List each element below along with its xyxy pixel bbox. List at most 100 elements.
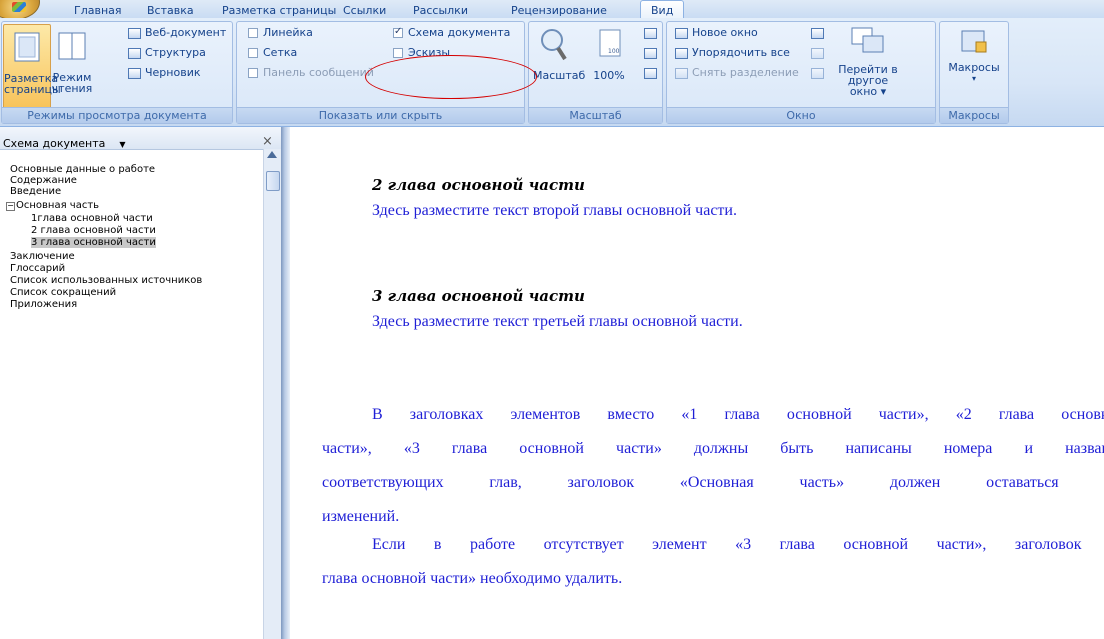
map-item-glossary[interactable]: Глоссарий	[10, 263, 65, 274]
group-macros: Макросы ▾ Макросы	[939, 21, 1009, 124]
group-window: Новое окно Упорядочить все Снять разделе…	[666, 21, 936, 124]
draft-button[interactable]: Черновик	[128, 66, 201, 79]
print-layout-button[interactable]: Разметка страницы	[3, 24, 61, 110]
ribbon-tabs: Главная Вставка Разметка страницы Ссылки…	[0, 0, 1104, 20]
macros-arrow-icon: ▾	[971, 74, 976, 83]
tab-review[interactable]: Рецензирование	[511, 3, 607, 18]
close-icon[interactable]: ×	[262, 134, 273, 149]
gridlines-check-icon	[248, 48, 258, 58]
group-macros-label: Макросы	[940, 107, 1008, 123]
map-item-chapter-1[interactable]: 1глава основной части	[31, 213, 153, 224]
print-layout-label-2: страницы	[4, 83, 61, 96]
office-logo-icon	[12, 2, 26, 12]
map-item-chapter-3[interactable]: 3 глава основной части	[31, 237, 156, 248]
dropdown-arrow-icon: ▼	[119, 140, 126, 149]
para1-line3: соответствующих глав, заголовок «Основна…	[322, 474, 1104, 491]
reading-label-2: чтения	[51, 82, 93, 95]
map-item-introduction[interactable]: Введение	[10, 186, 61, 197]
message-bar-label: Панель сообщений	[263, 66, 374, 79]
heading-chapter-3: 3 глава основной части	[372, 287, 585, 305]
text-chapter-3: Здесь разместите текст третьей главы осн…	[372, 313, 743, 330]
two-pages-icon[interactable]	[644, 46, 661, 59]
ribbon: Разметка страницы Режим чтения Веб-докум…	[0, 18, 1104, 127]
group-views-label: Режимы просмотра документа	[2, 107, 232, 123]
remove-split-button[interactable]: Снять разделение	[675, 66, 799, 79]
collapse-icon[interactable]: −	[6, 202, 15, 211]
document-map-selector-label: Схема документа	[3, 137, 106, 150]
map-item-sources[interactable]: Список использованных источников	[10, 275, 202, 286]
heading-chapter-2: 2 глава основной части	[372, 176, 585, 194]
map-item-main-part[interactable]: Основная часть	[16, 200, 99, 211]
outline-label: Структура	[145, 46, 206, 59]
page-100-badge: 100	[608, 48, 620, 55]
scroll-thumb[interactable]	[266, 171, 280, 191]
arrange-all-button[interactable]: Упорядочить все	[675, 46, 790, 59]
sync-scroll-icon[interactable]	[811, 46, 828, 59]
para1-line4: изменений.	[322, 508, 400, 525]
doc-map-checkbox[interactable]: Схема документа	[393, 26, 510, 39]
map-item-main-data[interactable]: Основные данные о работе	[10, 164, 155, 175]
para1-line1: В заголовках элементов вместо «1 глава о…	[372, 406, 1104, 423]
ruler-checkbox[interactable]: Линейка	[248, 26, 313, 39]
outline-button[interactable]: Структура	[128, 46, 206, 59]
web-layout-button[interactable]: Веб-документ	[128, 26, 226, 39]
switch-windows-icon	[851, 27, 884, 53]
map-item-conclusion[interactable]: Заключение	[10, 251, 75, 262]
map-item-contents[interactable]: Содержание	[10, 175, 77, 186]
office-button[interactable]	[0, 0, 40, 20]
zoom-button[interactable]: Масштаб	[533, 28, 586, 82]
map-item-abbreviations[interactable]: Список сокращений	[10, 287, 116, 298]
thumbnails-check-icon	[393, 48, 403, 58]
new-window-icon	[675, 27, 688, 39]
side-by-side-icon[interactable]	[811, 26, 828, 39]
page-width-icon[interactable]	[644, 66, 661, 79]
para2-line1: Если в работе отсутствует элемент «3 гла…	[372, 536, 1104, 553]
book-icon	[58, 32, 86, 60]
tab-view[interactable]: Вид	[640, 0, 685, 20]
new-window-label: Новое окно	[692, 26, 758, 39]
magnifier-icon	[541, 29, 567, 61]
group-views: Разметка страницы Режим чтения Веб-докум…	[1, 21, 233, 124]
map-item-chapter-2[interactable]: 2 глава основной части	[31, 225, 156, 236]
gridlines-label: Сетка	[263, 46, 298, 59]
document-map-scrollbar[interactable]	[263, 149, 281, 639]
draft-label: Черновик	[145, 66, 201, 79]
para2-line2: главa основной части» необходимо удалить…	[322, 570, 623, 587]
switch-windows-button[interactable]: Перейти в другое окно ▾	[833, 26, 903, 97]
tab-mailings[interactable]: Рассылки	[413, 3, 468, 18]
new-window-button[interactable]: Новое окно	[675, 26, 758, 39]
message-bar-checkbox[interactable]: Панель сообщений	[248, 66, 374, 79]
macros-button[interactable]: Макросы ▾	[944, 28, 1004, 84]
document-map-selector[interactable]: Схема документа ▼	[3, 137, 126, 150]
tab-references[interactable]: Ссылки	[343, 3, 386, 18]
group-window-label: Окно	[667, 107, 935, 123]
map-item-appendices[interactable]: Приложения	[10, 299, 77, 310]
page-icon	[14, 32, 40, 62]
outline-icon	[128, 47, 141, 59]
scroll-up-icon[interactable]	[267, 151, 277, 158]
pane-splitter[interactable]	[281, 127, 290, 639]
reading-mode-button[interactable]: Режим чтения	[51, 24, 93, 108]
macros-icon	[961, 30, 987, 53]
tab-home[interactable]: Главная	[74, 3, 122, 18]
zoom-100-button[interactable]: 100 100%	[589, 28, 629, 81]
page-100-icon: 100	[599, 29, 621, 57]
reset-position-icon[interactable]	[811, 66, 828, 79]
web-layout-label: Веб-документ	[145, 26, 227, 39]
tab-insert[interactable]: Вставка	[147, 3, 194, 18]
switch-windows-label-2: другое окно ▾	[847, 74, 889, 98]
document-map-pane: Схема документа ▼ × Основные данные о раб…	[0, 127, 283, 639]
gridlines-checkbox[interactable]: Сетка	[248, 46, 297, 59]
tab-page-layout[interactable]: Разметка страницы	[222, 3, 336, 18]
thumbnails-checkbox[interactable]: Эскизы	[393, 46, 450, 59]
para1-line2: части», «3 глава основной части» должны …	[322, 440, 1104, 457]
document-page[interactable]: 2 глава основной части Здесь разместите …	[290, 127, 1104, 639]
group-zoom: Масштаб 100 100% Масштаб	[528, 21, 663, 124]
web-icon	[128, 27, 141, 39]
zoom-label: Масштаб	[533, 69, 586, 82]
document-map-header: Схема документа ▼ ×	[0, 127, 283, 150]
one-page-icon[interactable]	[644, 26, 661, 39]
message-bar-check-icon	[248, 68, 258, 78]
draft-icon	[128, 67, 141, 79]
remove-split-label: Снять разделение	[692, 66, 799, 79]
